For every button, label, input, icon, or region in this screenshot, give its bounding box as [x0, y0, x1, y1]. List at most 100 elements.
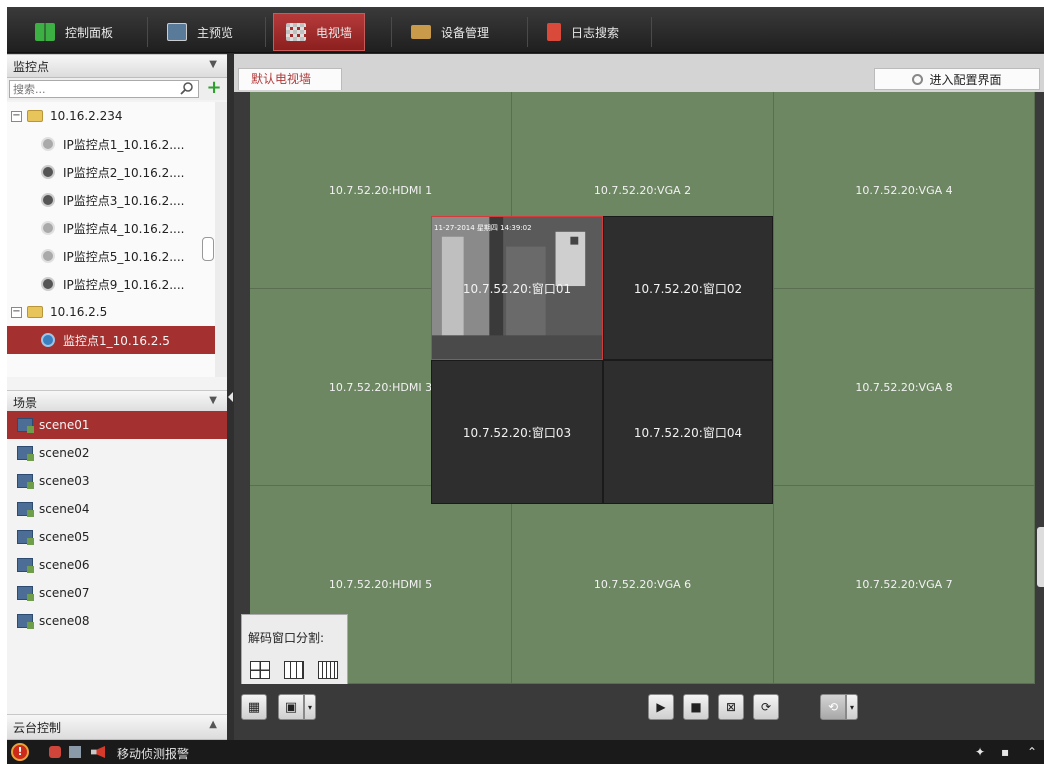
tab-control-panel[interactable]: 控制面板 — [35, 13, 113, 51]
tree-label: 10.16.2.234 — [50, 109, 123, 123]
window-label: 10.7.52.20:窗口03 — [462, 425, 572, 440]
tv-wall-area: 默认电视墙 进入配置界面 10.7.52.20:HDMI 1 10.7.52.2… — [234, 54, 1044, 740]
collapse-icon[interactable]: − — [11, 306, 22, 318]
scene-icon — [17, 530, 34, 545]
tree-label: IP监控点3_10.16.2.... — [63, 193, 185, 208]
tab-main-preview[interactable]: 主预览 — [167, 13, 233, 51]
tab-label: 主预览 — [197, 25, 234, 40]
camera-icon — [41, 277, 55, 291]
folder-icon — [27, 306, 43, 318]
search-input[interactable] — [9, 80, 199, 98]
alarm-text: 移动侦测报警 — [117, 747, 190, 761]
ptz-control-header[interactable]: 云台控制 ▲ — [7, 714, 227, 740]
screen-label: 10.7.52.20:VGA 2 — [593, 183, 692, 197]
scene-item[interactable]: scene06 — [7, 551, 227, 579]
screen-label: 10.7.52.20:HDMI 3 — [328, 380, 433, 394]
tree-item[interactable]: IP监控点2_10.16.2.... — [7, 158, 215, 186]
tree-label: IP监控点4_10.16.2.... — [63, 221, 185, 236]
split-3x3-button[interactable] — [284, 661, 304, 679]
cycle-dropdown[interactable]: ▾ — [846, 694, 858, 720]
decode-window-04[interactable]: 10.7.52.20:窗口04 — [603, 360, 773, 504]
pin-icon[interactable]: ✦ — [975, 745, 985, 759]
tree-scrollbar[interactable] — [215, 102, 227, 377]
grid-icon — [35, 23, 55, 41]
preview-icon — [167, 23, 187, 41]
chevron-down-icon: ▾ — [307, 702, 312, 712]
alarm-record-icon[interactable] — [49, 746, 61, 758]
folder-icon — [27, 110, 43, 122]
tree-item[interactable]: IP监控点1_10.16.2.... — [7, 130, 215, 158]
tree-scroll-thumb[interactable] — [202, 237, 214, 261]
wall-screen[interactable]: 10.7.52.20:VGA 4 — [774, 92, 1035, 289]
split-4x4-button[interactable] — [318, 661, 338, 679]
alarm-image-icon[interactable] — [69, 746, 81, 758]
split-2x2-button[interactable] — [250, 661, 270, 679]
add-icon[interactable]: + — [205, 79, 223, 98]
play-button[interactable]: ▶ — [648, 694, 674, 720]
tree-item-selected[interactable]: 监控点1_10.16.2.5 — [7, 326, 215, 354]
scene-item[interactable]: scene08 — [7, 607, 227, 635]
tab-label: 设备管理 — [441, 25, 490, 40]
clear-window-icon: ⊠ — [725, 700, 737, 714]
search-icon[interactable] — [179, 81, 195, 97]
scene-item[interactable]: scene03 — [7, 467, 227, 495]
scene-item[interactable]: scene07 — [7, 579, 227, 607]
scene-label: scene03 — [39, 474, 90, 488]
scene-item[interactable]: scene05 — [7, 523, 227, 551]
window-icon: ▣ — [284, 699, 298, 715]
alarm-warning-icon[interactable]: ! — [11, 743, 29, 761]
section-title: 场景 — [13, 395, 38, 410]
window-restore-icon[interactable]: ▪ — [1001, 745, 1009, 759]
screen-label: 10.7.52.20:HDMI 1 — [328, 183, 433, 197]
camera-icon — [41, 193, 55, 207]
right-panel-handle[interactable] — [1037, 527, 1044, 587]
collapse-left-icon[interactable] — [228, 392, 233, 402]
wall-screen[interactable]: 10.7.52.20:VGA 8 — [774, 289, 1035, 486]
section-title: 监控点 — [13, 59, 50, 74]
refresh-button[interactable]: ⟳ — [753, 694, 779, 720]
window-mode-button[interactable]: ▣ — [278, 694, 304, 720]
speaker-icon[interactable] — [91, 746, 105, 758]
screen-label: 10.7.52.20:VGA 8 — [855, 380, 953, 394]
scene-item-selected[interactable]: scene01 — [7, 411, 227, 439]
bottom-toolbar: ▦ ▣ ▾ ▶ ■ ⊠ ⟳ ⟲ ▾ — [234, 684, 1044, 740]
scene-item[interactable]: scene02 — [7, 439, 227, 467]
scene-icon — [17, 586, 34, 601]
tree-item[interactable]: IP监控点9_10.16.2.... — [7, 270, 215, 298]
tab-device-management[interactable]: 设备管理 — [411, 13, 489, 51]
wall-screen[interactable]: 10.7.52.20:VGA 7 — [774, 486, 1035, 684]
collapse-icon[interactable]: − — [11, 110, 22, 122]
tree-folder[interactable]: − 10.16.2.5 — [7, 298, 215, 326]
enter-config-button[interactable]: 进入配置界面 — [874, 68, 1040, 90]
tab-default-tv-wall[interactable]: 默认电视墙 — [238, 68, 342, 90]
stop-button[interactable]: ■ — [683, 694, 709, 720]
scene-label: scene05 — [39, 530, 90, 544]
decode-window-01[interactable]: 11-27-2014 星期四 14:39:02 10.7.52.20:窗口01 — [431, 216, 603, 360]
window-mode-dropdown[interactable]: ▾ — [304, 694, 316, 720]
wall-screen[interactable]: 10.7.52.20:VGA 6 — [512, 486, 774, 684]
split-label: 解码窗口分割: — [248, 631, 325, 645]
scene-icon — [17, 446, 34, 461]
chevron-up-icon[interactable]: ⌃ — [1027, 745, 1037, 759]
cycle-icon: ⟲ — [827, 700, 839, 714]
tree-item[interactable]: IP监控点3_10.16.2.... — [7, 186, 215, 214]
scene-item[interactable]: scene04 — [7, 495, 227, 523]
decode-window-03[interactable]: 10.7.52.20:窗口03 — [431, 360, 603, 504]
tree-item[interactable]: IP监控点5_10.16.2.... — [7, 242, 215, 270]
window-label: 10.7.52.20:窗口04 — [633, 425, 743, 440]
window-split-popup: 解码窗口分割: — [241, 614, 348, 688]
decode-window-02[interactable]: 10.7.52.20:窗口02 — [603, 216, 773, 360]
tree-item[interactable]: IP监控点4_10.16.2.... — [7, 214, 215, 242]
ip-camera-icon — [41, 249, 55, 263]
chevron-up-icon: ▲ — [209, 719, 217, 730]
tab-tv-wall[interactable]: 电视墙 — [273, 13, 366, 51]
window-split-button[interactable]: ▦ — [241, 694, 267, 720]
scene-icon — [17, 558, 34, 573]
screen-label: 10.7.52.20:HDMI 5 — [328, 578, 433, 591]
clear-window-button[interactable]: ⊠ — [718, 694, 744, 720]
tree-folder[interactable]: − 10.16.2.234 — [7, 102, 215, 130]
tab-log-search[interactable]: 日志搜索 — [547, 13, 619, 51]
cycle-button[interactable]: ⟲ — [820, 694, 846, 720]
config-label: 进入配置界面 — [929, 72, 1002, 87]
monitor-points-header[interactable]: 监控点 ▼ — [7, 54, 227, 78]
